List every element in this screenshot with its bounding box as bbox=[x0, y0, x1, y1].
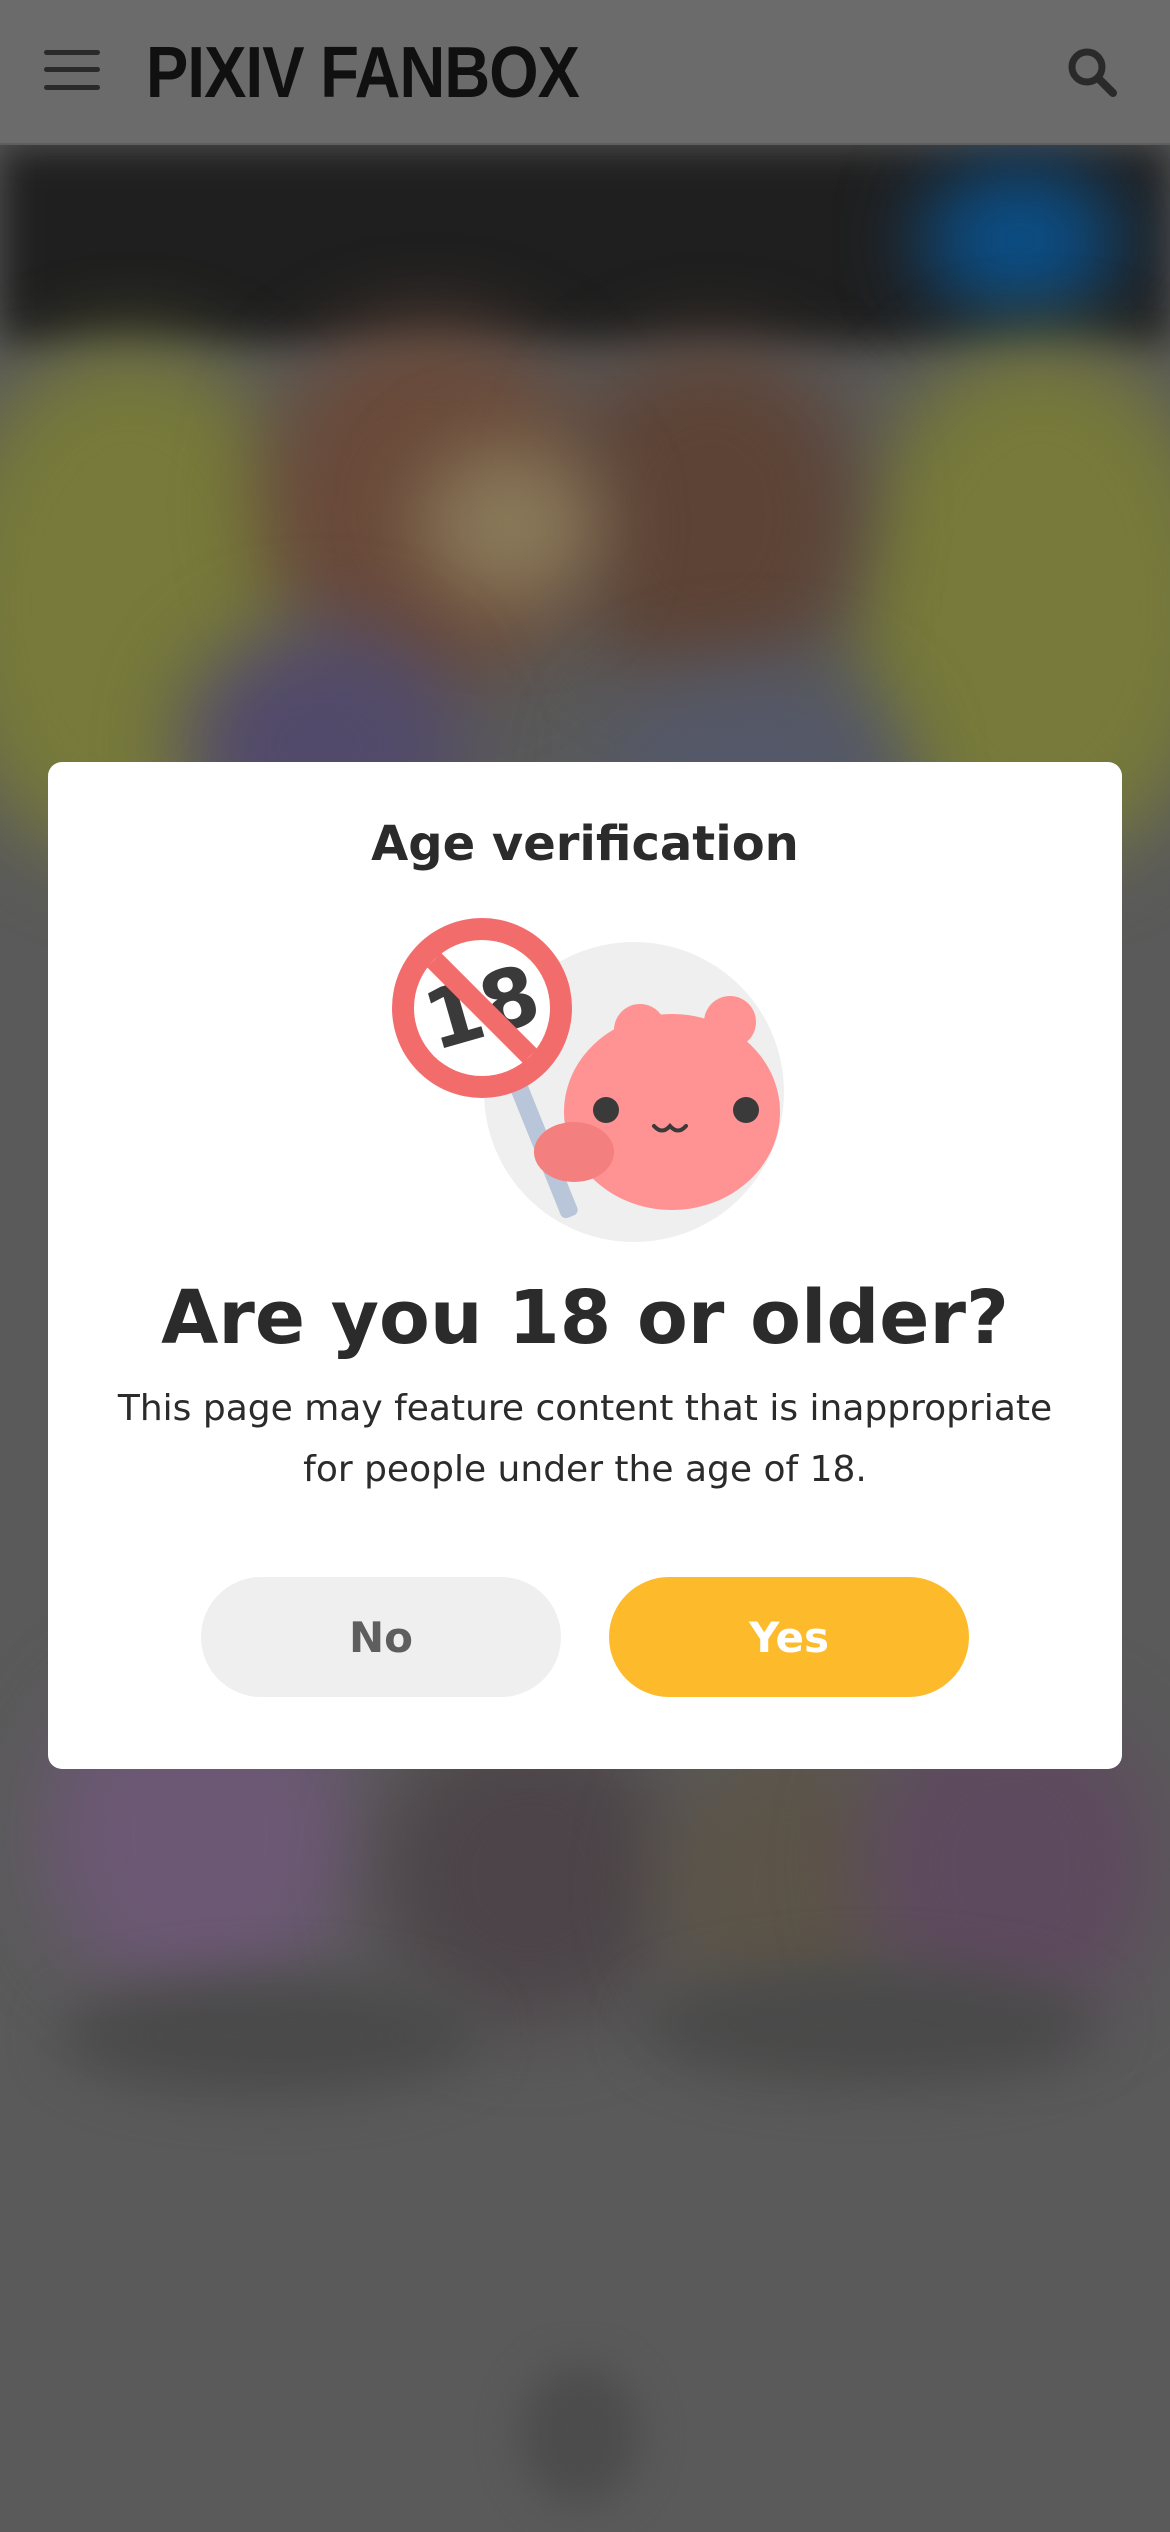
dialog-description: This page may feature content that is in… bbox=[108, 1378, 1062, 1500]
description-line-1: This page may feature content that is in… bbox=[117, 1388, 1053, 1429]
search-icon[interactable] bbox=[1064, 44, 1120, 100]
age-question: Are you 18 or older? bbox=[161, 1275, 1009, 1361]
app-header: PIXIV FANBOX bbox=[0, 0, 1170, 145]
hamburger-menu-icon[interactable] bbox=[44, 50, 100, 90]
dialog-title: Age verification bbox=[371, 816, 799, 872]
fanbox-logo[interactable]: PIXIV FANBOX bbox=[146, 28, 580, 118]
yes-button[interactable]: Yes bbox=[609, 1577, 969, 1697]
description-line-2: for people under the age of 18. bbox=[303, 1449, 867, 1490]
age-verification-dialog: Age verification 18 Are you 18 or bbox=[48, 762, 1122, 1769]
no-button[interactable]: No bbox=[201, 1577, 561, 1697]
age-restricted-18-mascot-icon: 18 bbox=[384, 912, 784, 1242]
